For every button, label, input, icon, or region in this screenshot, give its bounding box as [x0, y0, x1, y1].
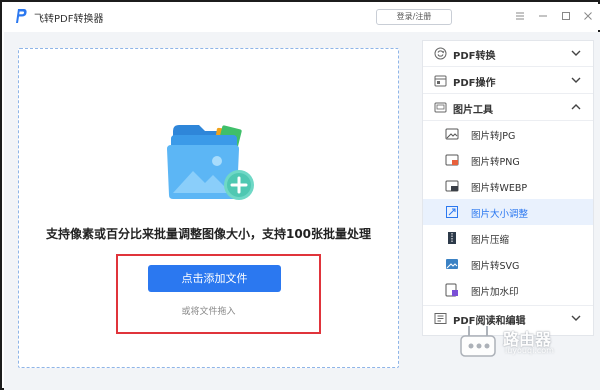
sidebar-item-label: 图片大小调整 — [471, 209, 529, 220]
menu-icon[interactable] — [512, 8, 528, 24]
refresh-icon — [434, 47, 447, 60]
sidebar-item-image-to-png[interactable]: 图片转PNG — [423, 147, 593, 173]
sidebar-group-image-tools[interactable]: 图片工具 — [423, 95, 593, 121]
sidebar-group-pdf-operations[interactable]: PDF操作 — [423, 68, 593, 94]
folder-add-illustration-icon — [167, 125, 254, 200]
site-watermark: 路由器 luyouqi.com — [459, 322, 589, 362]
sidebar-item-image-watermark[interactable]: 图片加水印 — [423, 277, 593, 303]
sidebar-item-image-to-svg[interactable]: 图片转SVG — [423, 251, 593, 277]
app-logo-icon — [16, 9, 27, 23]
sidebar-item-label: 图片转JPG — [471, 131, 516, 142]
watermark-subtext: luyouqi.com — [505, 346, 554, 355]
image-to-svg-icon — [446, 259, 458, 269]
sidebar-group-label: PDF操作 — [453, 78, 496, 89]
feature-description: 支持像素或百分比来批量调整图像大小，支持100张批量处理 — [45, 227, 372, 241]
sidebar-item-label: 图片转PNG — [471, 157, 520, 168]
sidebar-group-label: 图片工具 — [453, 105, 493, 116]
sidebar-item-label: 图片转SVG — [471, 261, 520, 272]
image-to-png-icon — [445, 154, 459, 166]
chevron-down-icon — [571, 50, 581, 56]
sidebar-group-label: PDF转换 — [453, 51, 496, 62]
resize-icon — [446, 206, 458, 218]
workspace: 支持像素或百分比来批量调整图像大小，支持100张批量处理 点击添加文件 或将文件… — [4, 32, 600, 390]
sidebar-item-image-resize[interactable]: 图片大小调整 — [423, 199, 593, 225]
watermark-icon — [445, 283, 458, 297]
compress-icon — [448, 232, 456, 244]
reader-icon — [434, 313, 447, 324]
sidebar-group-pdf-convert[interactable]: PDF转换 — [423, 41, 593, 67]
sidebar-item-image-compress[interactable]: 图片压缩 — [423, 225, 593, 251]
chevron-up-icon — [571, 104, 581, 110]
tool-sidebar: PDF转换 PDF操作 图片工具 图片转JPG 图片转PNG 图片转WEBP 图… — [422, 40, 594, 336]
sidebar-item-label: 图片转WEBP — [471, 183, 528, 194]
maximize-icon[interactable] — [558, 8, 574, 24]
image-icon — [434, 102, 447, 113]
image-to-webp-icon — [445, 180, 459, 192]
add-file-button[interactable]: 点击添加文件 — [148, 265, 281, 292]
sidebar-item-label: 图片加水印 — [471, 287, 519, 298]
title-bar: 飞转PDF转换器 登录/注册 — [4, 4, 600, 30]
login-register-button[interactable]: 登录/注册 — [376, 9, 452, 25]
app-window: 飞转PDF转换器 登录/注册 支持像素或百分比来批量调整图像大小，支持100张批… — [0, 0, 600, 390]
sidebar-item-label: 图片压缩 — [471, 235, 510, 246]
close-icon[interactable] — [580, 8, 596, 24]
image-to-jpg-icon — [445, 128, 459, 140]
chevron-down-icon — [571, 77, 581, 83]
sidebar-item-image-to-jpg[interactable]: 图片转JPG — [423, 121, 593, 147]
pdf-doc-icon — [434, 75, 447, 87]
file-drop-zone[interactable]: 支持像素或百分比来批量调整图像大小，支持100张批量处理 点击添加文件 或将文件… — [18, 48, 399, 368]
drag-files-hint: 或将文件拖入 — [181, 307, 236, 317]
app-title: 飞转PDF转换器 — [34, 14, 104, 25]
sidebar-item-image-to-webp[interactable]: 图片转WEBP — [423, 173, 593, 199]
router-logo-icon — [460, 326, 496, 357]
minimize-icon[interactable] — [535, 8, 551, 24]
